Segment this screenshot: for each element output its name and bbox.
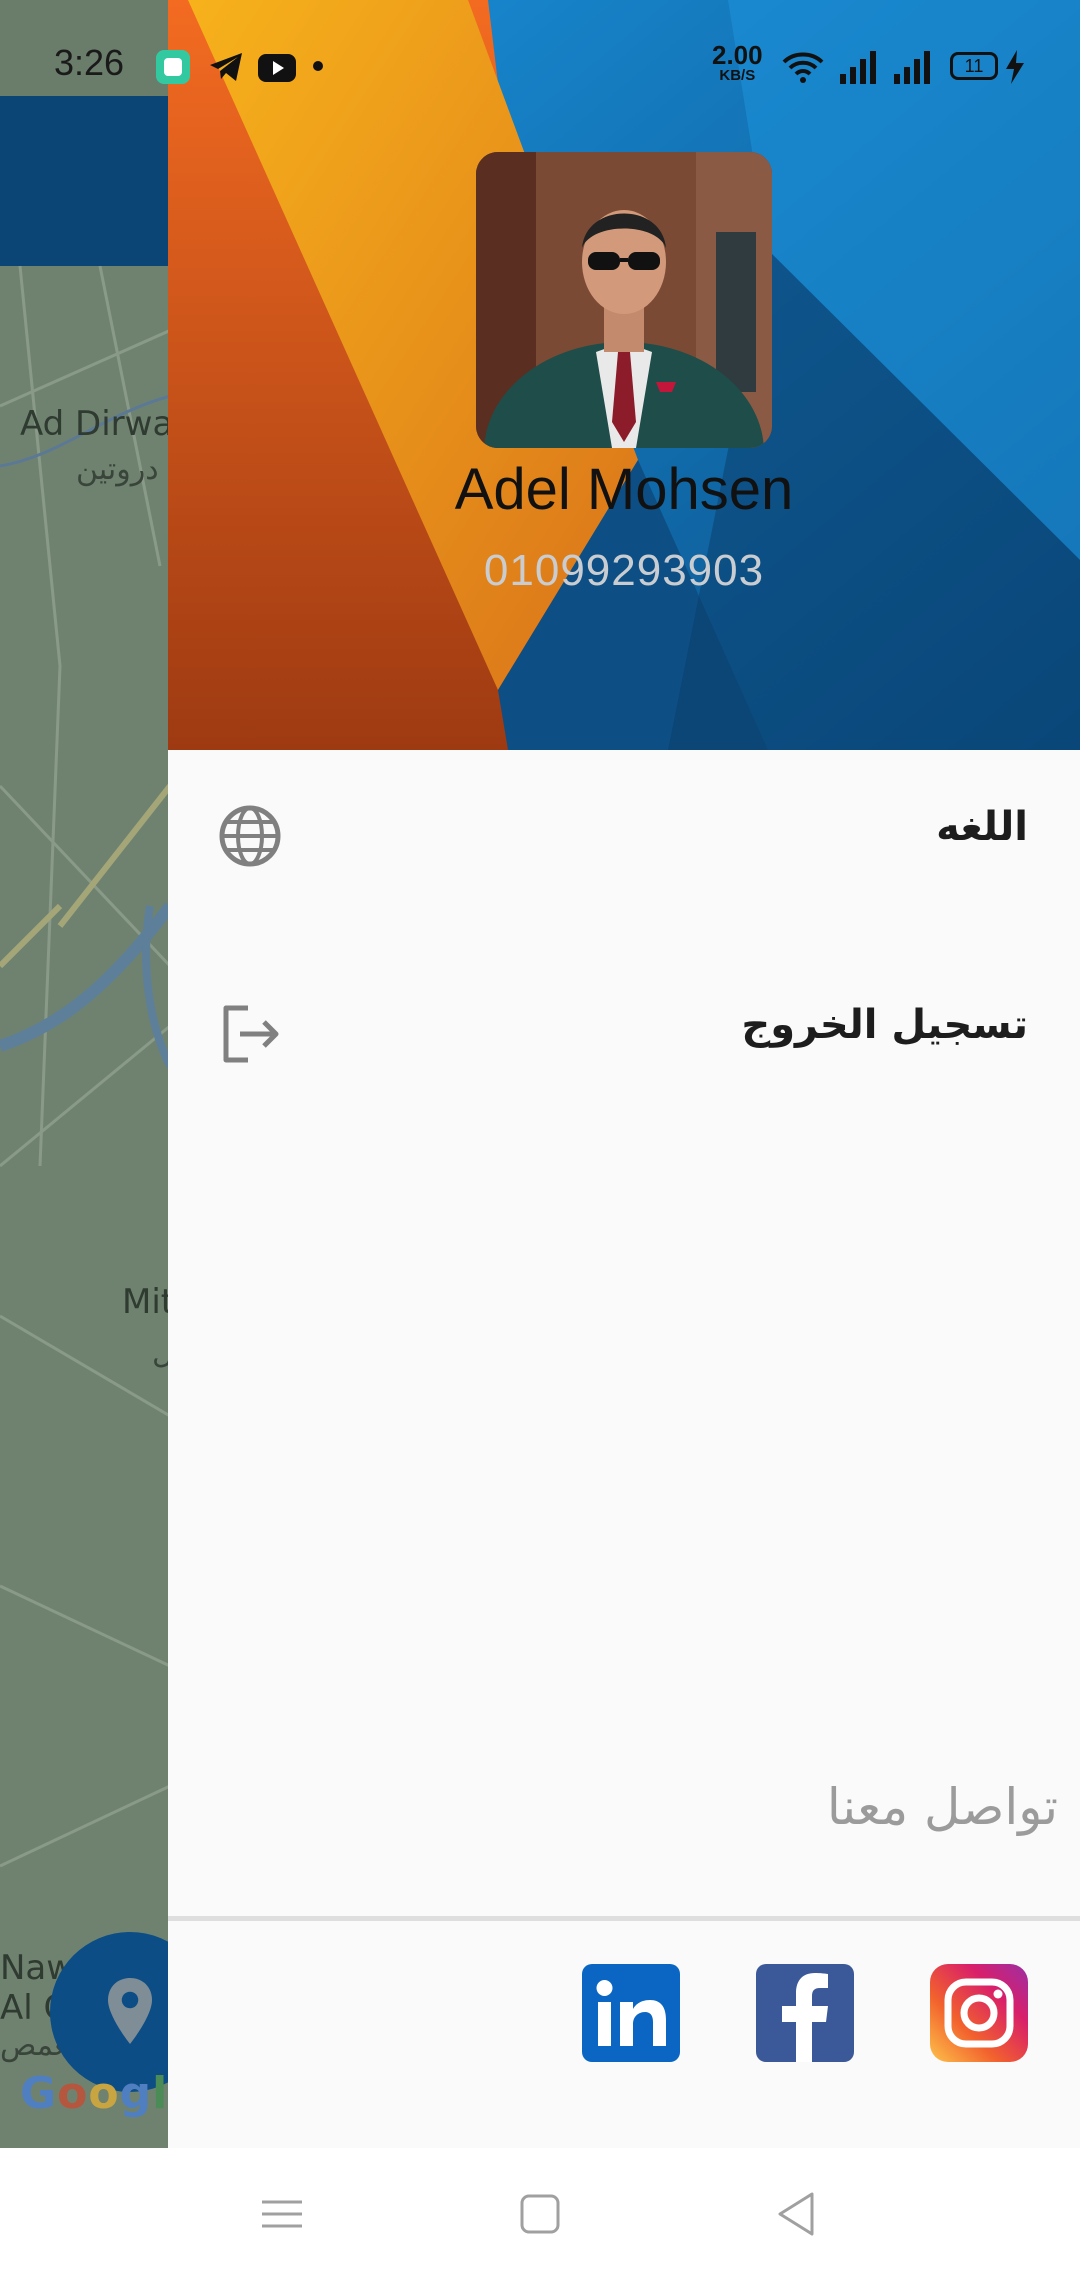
youtube-icon — [258, 54, 296, 82]
notification-app-icon — [156, 50, 190, 84]
menu-item-label: تسجيل الخروج — [741, 1002, 1028, 1048]
dot-icon — [313, 61, 323, 71]
avatar[interactable] — [476, 152, 772, 448]
charging-icon — [1006, 50, 1024, 84]
home-icon[interactable] — [512, 2186, 568, 2242]
menu-item-logout[interactable]: تسجيل الخروج — [168, 958, 1080, 1108]
battery-level: 11 — [964, 56, 984, 76]
battery-icon: 11 — [950, 52, 998, 80]
location-pin-icon — [108, 1978, 152, 2044]
status-bar: 3:26 2.00 KB/S 11 — [0, 0, 1080, 96]
instagram-icon — [930, 1964, 1028, 2062]
signal-icon — [840, 51, 876, 84]
facebook-button[interactable] — [756, 1964, 854, 2062]
profile-phone: 01099293903 — [483, 546, 765, 595]
map-label: Ad Dirwa — [20, 404, 174, 444]
network-speed: 2.00 KB/S — [712, 42, 763, 83]
signal-icon — [894, 51, 930, 84]
network-speed-unit: KB/S — [719, 67, 756, 84]
logout-icon — [223, 1005, 279, 1063]
linkedin-icon — [596, 1980, 666, 2046]
menu-item-label: اللغه — [936, 804, 1028, 850]
menu-icon[interactable] — [254, 2186, 310, 2242]
screen: Ad Dirwa دروتين Mit ل Naw Al G الغمص Goo… — [0, 0, 1080, 2280]
system-navigation-bar — [0, 2148, 1080, 2280]
globe-icon — [219, 805, 281, 867]
divider — [168, 1916, 1080, 1921]
network-speed-value: 2.00 — [712, 40, 763, 70]
profile-name: Adel Mohsen — [454, 457, 794, 522]
instagram-button[interactable] — [930, 1964, 1028, 2062]
status-time: 3:26 — [54, 42, 125, 83]
map-label: Mit — [122, 1282, 175, 1322]
avatar-photo — [476, 152, 772, 448]
map-label: دروتين — [76, 452, 159, 487]
telegram-icon — [210, 53, 242, 81]
wifi-icon — [782, 52, 824, 83]
linkedin-button[interactable] — [582, 1964, 680, 2062]
drawer-header: Adel Mohsen 01099293903 — [168, 0, 1080, 750]
facebook-icon — [782, 1973, 828, 2062]
menu-item-language[interactable]: اللغه — [168, 760, 1080, 910]
navigation-drawer: Adel Mohsen 01099293903 اللغه تسجيل الخر… — [168, 0, 1080, 2148]
contact-us-title: تواصل معنا — [826, 1778, 1058, 1836]
back-icon[interactable] — [768, 2186, 824, 2242]
